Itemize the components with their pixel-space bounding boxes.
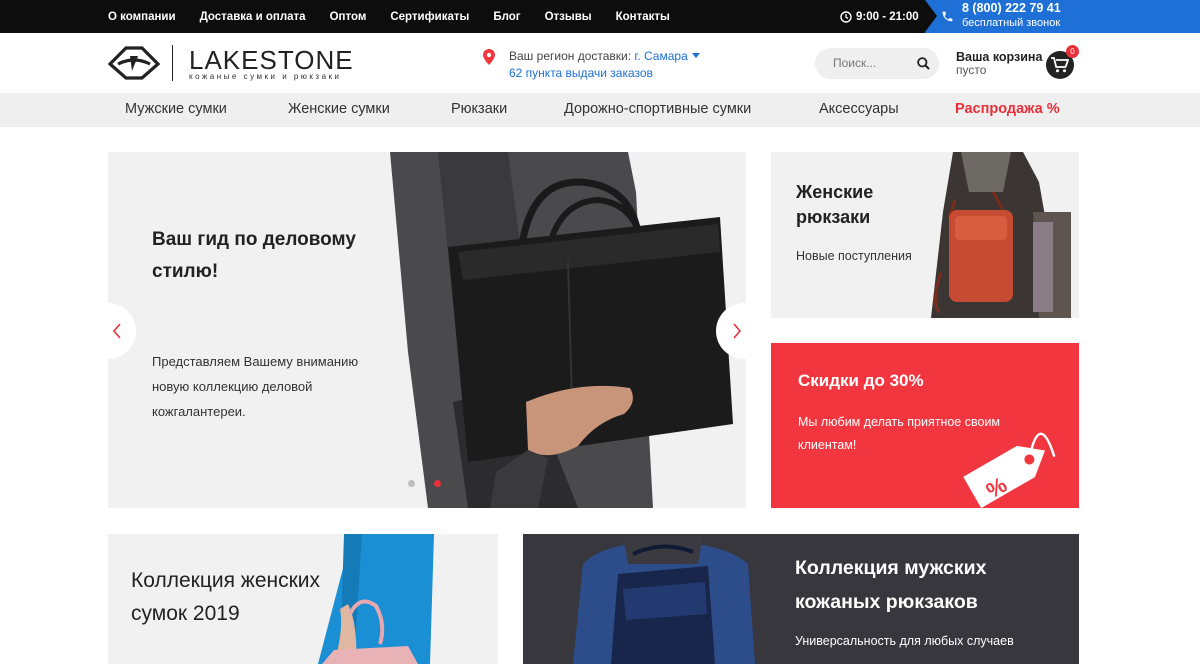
cart-count-badge: 0 [1066, 45, 1079, 58]
category-women-bags[interactable]: Женские сумки [288, 101, 390, 117]
clock-icon [840, 10, 852, 23]
logo-tagline: кожаные сумки и рюкзаки [189, 72, 342, 81]
phone-number[interactable]: 8 (800) 222 79 41 [962, 1, 1061, 15]
top-bar: О компании Доставка и оплата Оптом Серти… [0, 0, 1200, 33]
chevron-left-icon [112, 323, 121, 339]
phone-box[interactable]: 8 (800) 222 79 41 бесплатный звонок [925, 0, 1200, 33]
top-nav: О компании Доставка и оплата Оптом Серти… [108, 0, 694, 33]
top-nav-contacts[interactable]: Контакты [616, 11, 670, 23]
top-nav-reviews[interactable]: Отзывы [545, 11, 592, 23]
chevron-down-icon[interactable] [691, 53, 700, 58]
promo-sale[interactable]: % Скидки до 30% Мы любим делать приятное… [771, 343, 1079, 508]
top-nav-certificates[interactable]: Сертификаты [390, 11, 469, 23]
hero-title: Ваш гид по деловому стилю! [152, 229, 356, 282]
category-accessories[interactable]: Аксессуары [819, 101, 899, 117]
hero-slider[interactable]: Ваш гид по деловому стилю! Представляем … [108, 152, 746, 508]
region-city-select[interactable]: г. Самара [634, 49, 687, 63]
category-backpacks[interactable]: Рюкзаки [451, 101, 507, 117]
slider-dot-2[interactable] [434, 480, 441, 487]
tile-men-backpacks[interactable]: Коллекция мужских кожаных рюкзаков Униве… [523, 534, 1079, 664]
cart-icon [1051, 57, 1069, 73]
logo-icon[interactable] [108, 44, 160, 80]
region-label: Ваш регион доставки: [509, 49, 632, 63]
top-nav-delivery[interactable]: Доставка и оплата [200, 11, 306, 23]
promo-women-backpacks[interactable]: Женские рюкзаки Новые поступления [771, 152, 1079, 318]
chevron-right-icon [733, 323, 742, 339]
search-icon[interactable] [917, 57, 930, 70]
category-travel-sport-bags[interactable]: Дорожно-спортивные сумки [564, 101, 751, 117]
pickup-points-link[interactable]: 62 пункта выдачи заказов [509, 66, 653, 80]
hours-text: 9:00 - 21:00 [856, 10, 919, 23]
slider-dot-1[interactable] [408, 480, 415, 487]
promo-sale-text: Мы любим делать приятное своим клиентам! [798, 415, 1001, 452]
tile-men-backpacks-title: Коллекция мужских кожаных рюкзаков [795, 557, 987, 613]
top-nav-blog[interactable]: Блог [493, 11, 520, 23]
tile-men-backpacks-subtitle: Универсальность для любых случаев [795, 634, 1014, 648]
category-nav: Мужские сумки Женские сумки Рюкзаки Доро… [0, 93, 1200, 127]
promo-women-backpacks-title: Женские рюкзаки [796, 182, 874, 227]
tile-women-bags-title: Коллекция женских сумок 2019 [131, 569, 321, 625]
location-pin-icon [483, 49, 495, 65]
cart-title[interactable]: Ваша корзина [956, 50, 1042, 64]
tile-women-bags[interactable]: Коллекция женских сумок 2019 [108, 534, 498, 664]
search-placeholder[interactable]: Поиск... [833, 56, 876, 70]
hero-text: Представляем Вашему вниманию новую колле… [152, 354, 359, 419]
category-men-bags[interactable]: Мужские сумки [125, 101, 227, 117]
delivery-region[interactable]: Ваш регион доставки: г. Самара [509, 49, 700, 63]
cart-status: пусто [956, 63, 987, 77]
hero-image [390, 152, 733, 508]
category-sale[interactable]: Распродажа % [955, 101, 1060, 117]
promo-sale-title: Скидки до 30% [798, 371, 924, 390]
top-nav-about[interactable]: О компании [108, 11, 176, 23]
search-input[interactable]: Поиск... [815, 48, 939, 79]
promo-women-backpacks-subtitle: Новые поступления [796, 249, 912, 263]
working-hours: 9:00 - 21:00 [840, 0, 919, 33]
phone-caption: бесплатный звонок [962, 17, 1061, 29]
women-backpack-image [931, 152, 1071, 318]
top-nav-wholesale[interactable]: Оптом [330, 11, 367, 23]
phone-icon [942, 11, 953, 22]
logo-divider [172, 45, 173, 81]
